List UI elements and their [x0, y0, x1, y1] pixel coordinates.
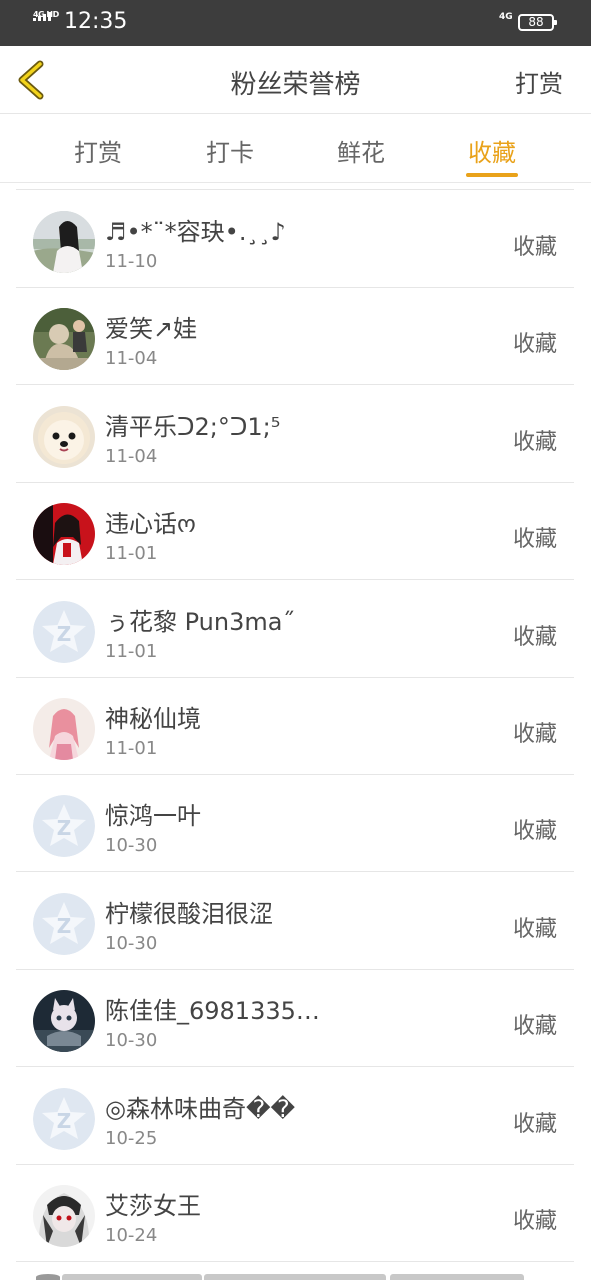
fan-date: 10-30 — [105, 835, 158, 857]
fan-list: ♬•*¨*容玦•.¸¸♪ 11-10 收藏 爱笑↗娃 11-04 收藏 清平乐ᑐ2;°ᑐ1;… — [0, 183, 591, 1280]
photo-girl-icon[interactable] — [33, 211, 95, 273]
fan-name: ぅ花黎 Pun3ma˝ — [105, 607, 295, 636]
photo-anime-red-icon[interactable] — [33, 503, 95, 566]
fan-date: 11-01 — [105, 640, 158, 662]
fan-name: 惊鸿一叶 — [105, 802, 201, 831]
fan-row[interactable]: 爱笑↗娃 11-04 收藏 — [0, 288, 591, 386]
tab-checkin[interactable]: 打卡 — [180, 133, 280, 168]
status-bar: 4G HD 12:35 4G 88 — [0, 0, 591, 46]
collect-label: 收藏 — [512, 429, 557, 455]
fan-date: 11-04 — [105, 445, 158, 467]
default-avatar-icon[interactable]: Z — [33, 795, 95, 858]
title-bar: 粉丝荣誉榜 打赏 — [0, 46, 591, 114]
tab-flowers[interactable]: 鲜花 — [311, 133, 411, 168]
fan-name: ♬•*¨*容玦•.¸¸♪ — [105, 218, 286, 246]
tip-button[interactable]: 打赏 — [515, 64, 563, 99]
photo-anime-dark-icon[interactable] — [33, 1185, 95, 1247]
fan-row[interactable]: ♬•*¨*容玦•.¸¸♪ 11-10 收藏 — [0, 191, 591, 288]
fan-row[interactable]: 艾莎女王 10-24 收藏 — [0, 1165, 591, 1262]
fan-row[interactable]: 违心话ო 11-01 收藏 — [0, 483, 591, 581]
fan-row[interactable]: Z ぅ花黎 Pun3ma˝ 11-01 收藏 — [0, 581, 591, 678]
fan-name: 违心话ო — [105, 510, 196, 539]
collect-label: 收藏 — [512, 722, 557, 747]
fan-name: 神秘仙境 — [105, 705, 201, 733]
svg-text:Z: Z — [57, 1109, 72, 1133]
default-avatar-icon[interactable]: Z — [33, 892, 95, 955]
signal-icon: 4G HD — [33, 10, 59, 32]
battery-icon: 88 — [518, 14, 557, 31]
tab-collect[interactable]: 收藏 — [442, 133, 542, 168]
fan-row[interactable]: Z 惊鸿一叶 10-30 收藏 — [0, 775, 591, 873]
clock: 12:35 — [64, 9, 128, 34]
collect-label: 收藏 — [512, 1209, 557, 1234]
photo-anime-pink-icon[interactable] — [33, 698, 95, 760]
photo-cat-icon[interactable] — [33, 990, 95, 1053]
fan-name: 清平乐ᑐ2;°ᑐ1;⁵ — [105, 412, 281, 441]
collect-label: 收藏 — [512, 1111, 557, 1137]
active-tab-indicator — [466, 173, 518, 177]
collect-label: 收藏 — [512, 527, 557, 553]
fan-date: 10-30 — [105, 932, 158, 954]
fan-date: 10-25 — [105, 1127, 158, 1149]
tab-tip[interactable]: 打赏 — [48, 133, 148, 168]
fan-row[interactable]: 陈佳佳_6981335… 10-30 收藏 — [0, 970, 591, 1068]
divider — [16, 189, 574, 190]
svg-text:Z: Z — [57, 622, 72, 646]
fan-row[interactable]: 清平乐ᑐ2;°ᑐ1;⁵ 11-04 收藏 — [0, 386, 591, 483]
fan-date: 10-30 — [105, 1030, 158, 1052]
fan-row[interactable]: 神秘仙境 11-01 收藏 — [0, 678, 591, 775]
fan-row[interactable]: Z 柠檬很酸泪很涩 10-30 收藏 — [0, 873, 591, 970]
collect-label: 收藏 — [512, 1014, 557, 1040]
fan-name: 爱笑↗娃 — [105, 315, 198, 344]
photo-statue-icon[interactable] — [33, 308, 95, 371]
fan-row[interactable]: Z ◎森林味曲奇�� 10-25 收藏 — [0, 1068, 591, 1165]
fan-date: 11-01 — [105, 543, 158, 565]
collect-label: 收藏 — [512, 332, 557, 358]
fan-date: 10-24 — [105, 1225, 158, 1246]
collect-label: 收藏 — [512, 624, 557, 650]
default-avatar-icon[interactable]: Z — [33, 600, 95, 663]
network2-label: 4G — [499, 12, 513, 22]
collect-label: 收藏 — [512, 819, 557, 845]
divider — [16, 1261, 574, 1262]
fan-name: ◎森林味曲奇�� — [105, 1094, 296, 1123]
collect-label: 收藏 — [512, 916, 557, 942]
fan-date: 11-10 — [105, 251, 158, 272]
svg-text:Z: Z — [57, 816, 72, 840]
svg-text:Z: Z — [57, 914, 72, 938]
fan-date: 11-04 — [105, 348, 158, 370]
default-avatar-icon[interactable]: Z — [33, 1087, 95, 1150]
tab-bar: 打赏 打卡 鲜花 收藏 — [0, 115, 591, 183]
fan-name: 艾莎女王 — [105, 1192, 201, 1220]
photo-dog-icon[interactable] — [33, 405, 95, 468]
fan-date: 11-01 — [105, 738, 158, 759]
collect-label: 收藏 — [512, 235, 557, 260]
fan-name: 柠檬很酸泪很涩 — [105, 899, 273, 928]
page-title: 粉丝荣誉榜 — [230, 70, 361, 100]
next-row-peek — [0, 1270, 591, 1280]
fan-name: 陈佳佳_6981335… — [105, 997, 320, 1026]
